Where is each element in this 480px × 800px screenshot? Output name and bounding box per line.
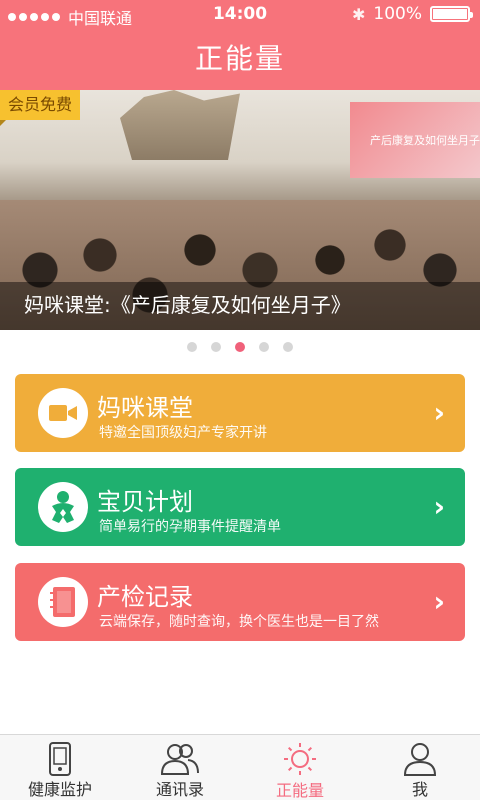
member-free-badge: 会员免费 [0, 90, 80, 126]
pager-dot[interactable] [187, 342, 197, 352]
card-title: 产检记录 [97, 583, 193, 611]
status-right: ✱ 100% [351, 4, 473, 24]
chevron-right-icon: › [433, 490, 445, 523]
contacts-icon [159, 741, 201, 776]
carousel-pager [0, 342, 480, 352]
page-title: 正能量 [0, 28, 480, 90]
card-mommy-class[interactable]: 妈咪课堂 特邀全国顶级妇产专家开讲 › [15, 374, 465, 452]
video-camera-icon [38, 388, 88, 438]
pager-dot[interactable] [259, 342, 269, 352]
pager-dot[interactable] [283, 342, 293, 352]
banner-screen-text: 产后康复及如何坐月子 [370, 134, 480, 147]
notebook-icon [38, 577, 88, 627]
sun-icon [279, 741, 321, 777]
tab-label: 我 [411, 780, 428, 799]
card-subtitle: 特邀全国顶级妇产专家开讲 [99, 425, 267, 441]
pager-dot[interactable] [211, 342, 221, 352]
pager-dot-active[interactable] [235, 342, 245, 352]
chevron-right-icon: › [433, 396, 445, 429]
tab-positive-energy[interactable]: 正能量 [240, 735, 360, 800]
bottom-tab-bar: 健康监护 通讯录 正能量 我 [0, 734, 480, 800]
tab-me[interactable]: 我 [360, 735, 480, 800]
battery-percent: 100% [373, 4, 422, 24]
card-checkup-record[interactable]: 产检记录 云端保存，随时查询，换个医生也是一目了然 › [15, 563, 465, 641]
person-icon [399, 741, 441, 776]
banner-caption: 妈咪课堂:《产后康复及如何坐月子》 [24, 293, 351, 317]
tab-label: 正能量 [275, 781, 324, 800]
baby-icon [38, 482, 88, 532]
chevron-right-icon: › [433, 585, 445, 618]
tab-label: 通讯录 [155, 780, 204, 799]
tab-contacts[interactable]: 通讯录 [120, 735, 240, 800]
status-bar: 中国联通 14:00 ✱ 100% [0, 0, 480, 28]
card-title: 宝贝计划 [97, 488, 193, 516]
tab-health-monitor[interactable]: 健康监护 [0, 735, 120, 800]
battery-icon [430, 6, 473, 22]
tab-label: 健康监护 [27, 780, 92, 799]
card-subtitle: 简单易行的孕期事件提醒清单 [99, 519, 281, 535]
card-title: 妈咪课堂 [97, 394, 193, 422]
banner-photo-statue [120, 90, 240, 160]
card-baby-plan[interactable]: 宝贝计划 简单易行的孕期事件提醒清单 › [15, 468, 465, 546]
phone-device-icon [39, 741, 81, 776]
card-subtitle: 云端保存，随时查询，换个医生也是一目了然 [99, 614, 379, 630]
bluetooth-icon: ✱ [351, 4, 366, 24]
banner-carousel[interactable]: 产后康复及如何坐月子 会员免费 妈咪课堂:《产后康复及如何坐月子》 [0, 90, 480, 330]
